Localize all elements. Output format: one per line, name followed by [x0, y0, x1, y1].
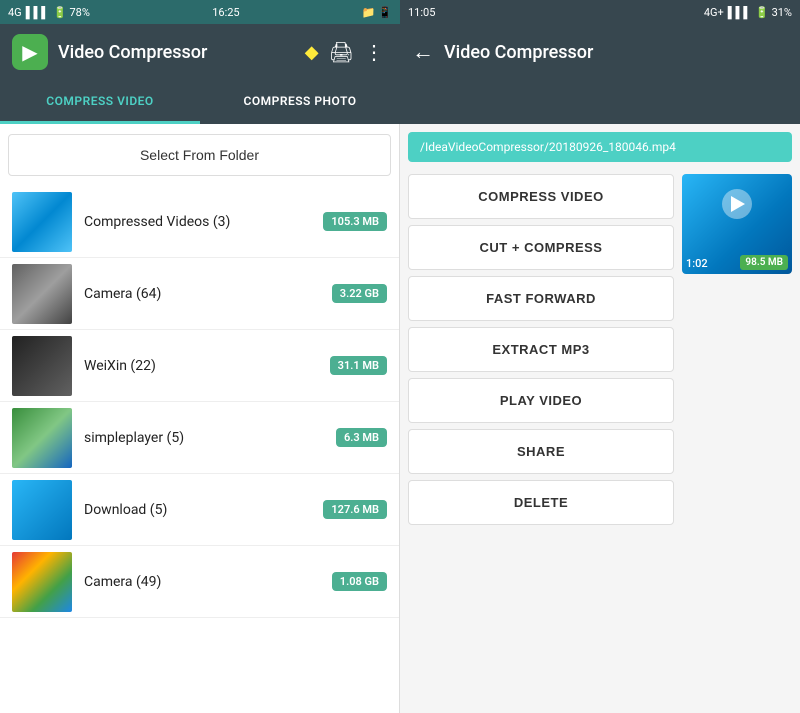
- folder-thumbnail: [12, 264, 72, 324]
- folder-info: simpleplayer (5): [84, 430, 336, 446]
- folder-thumb-inner: [12, 264, 72, 324]
- app-bars: ▶ Video Compressor ◆ 🖨 ⋮ ← Video Compres…: [0, 24, 800, 80]
- tab-compress-photo[interactable]: COMPRESS PHOTO: [200, 80, 400, 124]
- select-folder-button[interactable]: Select From Folder: [8, 134, 391, 176]
- folder-thumbnail: [12, 336, 72, 396]
- left-app-title: Video Compressor: [58, 42, 295, 63]
- left-network: 4G: [8, 6, 22, 19]
- main-content: Select From Folder Compressed Videos (3)…: [0, 124, 800, 713]
- folder-name: Camera (49): [84, 574, 332, 590]
- folder-list: Compressed Videos (3) 105.3 MB Camera (6…: [0, 186, 399, 713]
- action-button-compress-video[interactable]: COMPRESS VIDEO: [408, 174, 674, 219]
- video-thumbnail-container: 98.5 MB 1:02: [682, 174, 792, 705]
- back-button[interactable]: ←: [412, 39, 434, 65]
- right-app-bar: ← Video Compressor: [396, 24, 800, 80]
- folder-thumbnail: [12, 480, 72, 540]
- left-panel: Select From Folder Compressed Videos (3)…: [0, 124, 400, 713]
- action-button-play-video[interactable]: PLAY VIDEO: [408, 378, 674, 423]
- folder-item[interactable]: Compressed Videos (3) 105.3 MB: [0, 186, 399, 258]
- status-bar-left: 4G ▌▌▌ 🔋 78% 16:25 📁 📱: [0, 0, 400, 24]
- toolbar-icons: ◆ 🖨 ⋮: [305, 40, 384, 64]
- tab-row: COMPRESS VIDEO COMPRESS PHOTO: [0, 80, 800, 124]
- folder-info: Download (5): [84, 502, 323, 518]
- folder-size-badge: 6.3 MB: [336, 428, 387, 447]
- folder-item[interactable]: Camera (64) 3.22 GB: [0, 258, 399, 330]
- action-button-share[interactable]: SHARE: [408, 429, 674, 474]
- folder-item[interactable]: WeiXin (22) 31.1 MB: [0, 330, 399, 402]
- right-battery: 🔋 31%: [755, 6, 792, 19]
- folder-info: Compressed Videos (3): [84, 214, 323, 230]
- video-thumbnail[interactable]: 98.5 MB 1:02: [682, 174, 792, 274]
- folder-size-badge: 31.1 MB: [330, 356, 387, 375]
- play-button-overlay: [722, 189, 752, 219]
- action-buttons: COMPRESS VIDEO CUT + COMPRESS FAST FORWARD…: [408, 174, 682, 705]
- folder-item[interactable]: simpleplayer (5) 6.3 MB: [0, 402, 399, 474]
- action-button-cut-plus-compress[interactable]: CUT + COMPRESS: [408, 225, 674, 270]
- status-bar-right: 11:05 4G+ ▌▌▌ 🔋 31%: [400, 0, 800, 24]
- folder-size-badge: 127.6 MB: [323, 500, 387, 519]
- folder-name: WeiXin (22): [84, 358, 330, 374]
- right-status-info: 4G+ ▌▌▌ 🔋 31%: [704, 6, 792, 19]
- left-app-bar: ▶ Video Compressor ◆ 🖨 ⋮: [0, 24, 396, 80]
- left-time: 16:25: [212, 6, 239, 19]
- folder-size-badge: 105.3 MB: [323, 212, 387, 231]
- right-app-title: Video Compressor: [444, 42, 784, 63]
- folder-thumb-inner: [12, 480, 72, 540]
- folder-name: simpleplayer (5): [84, 430, 336, 446]
- left-status-info: 4G ▌▌▌ 🔋 78%: [8, 6, 90, 19]
- video-duration: 1:02: [686, 257, 708, 270]
- folder-name: Download (5): [84, 502, 323, 518]
- folder-size-badge: 1.08 GB: [332, 572, 387, 591]
- left-battery: 🔋 78%: [53, 6, 90, 19]
- folder-thumbnail: [12, 552, 72, 612]
- left-signal: ▌▌▌: [26, 6, 49, 19]
- play-triangle-icon: [731, 196, 745, 212]
- right-content: COMPRESS VIDEO CUT + COMPRESS FAST FORWARD…: [400, 166, 800, 713]
- print-icon[interactable]: 🖨: [329, 40, 354, 64]
- folder-name: Compressed Videos (3): [84, 214, 323, 230]
- video-size-badge: 98.5 MB: [740, 255, 788, 270]
- folder-thumb-inner: [12, 336, 72, 396]
- folder-name: Camera (64): [84, 286, 332, 302]
- right-network: 4G+: [704, 6, 724, 19]
- folder-info: Camera (64): [84, 286, 332, 302]
- folder-info: WeiXin (22): [84, 358, 330, 374]
- right-panel: /IdeaVideoCompressor/20180926_180046.mp4…: [400, 124, 800, 713]
- tab-bar: COMPRESS VIDEO COMPRESS PHOTO: [0, 80, 400, 124]
- status-bars: 4G ▌▌▌ 🔋 78% 16:25 📁 📱 11:05 4G+ ▌▌▌ 🔋 3…: [0, 0, 800, 24]
- file-path: /IdeaVideoCompressor/20180926_180046.mp4: [408, 132, 792, 162]
- diamond-icon[interactable]: ◆: [305, 42, 319, 63]
- right-signal: ▌▌▌: [728, 6, 751, 19]
- folder-info: Camera (49): [84, 574, 332, 590]
- folder-thumbnail: [12, 192, 72, 252]
- action-button-extract-mp3[interactable]: EXTRACT MP3: [408, 327, 674, 372]
- folder-size-badge: 3.22 GB: [332, 284, 387, 303]
- action-button-delete[interactable]: DELETE: [408, 480, 674, 525]
- folder-thumb-inner: [12, 552, 72, 612]
- folder-thumb-inner: [12, 192, 72, 252]
- folder-thumbnail: [12, 408, 72, 468]
- left-icons: 📁 📱: [362, 6, 392, 19]
- tab-compress-video[interactable]: COMPRESS VIDEO: [0, 80, 200, 124]
- folder-thumb-inner: [12, 408, 72, 468]
- app-icon: ▶: [12, 34, 48, 70]
- action-button-fast-forward[interactable]: FAST FORWARD: [408, 276, 674, 321]
- right-time: 11:05: [408, 6, 435, 19]
- folder-item[interactable]: Download (5) 127.6 MB: [0, 474, 399, 546]
- folder-item[interactable]: Camera (49) 1.08 GB: [0, 546, 399, 618]
- more-icon[interactable]: ⋮: [364, 40, 384, 64]
